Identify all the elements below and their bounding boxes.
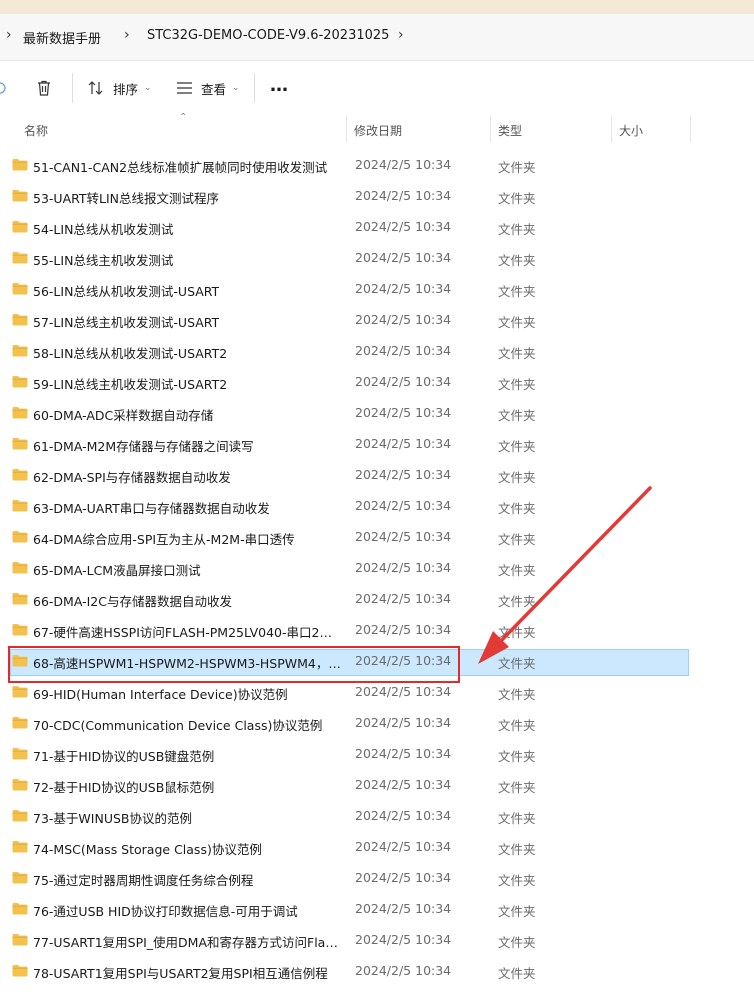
- annotation-arrow-icon: [478, 486, 652, 664]
